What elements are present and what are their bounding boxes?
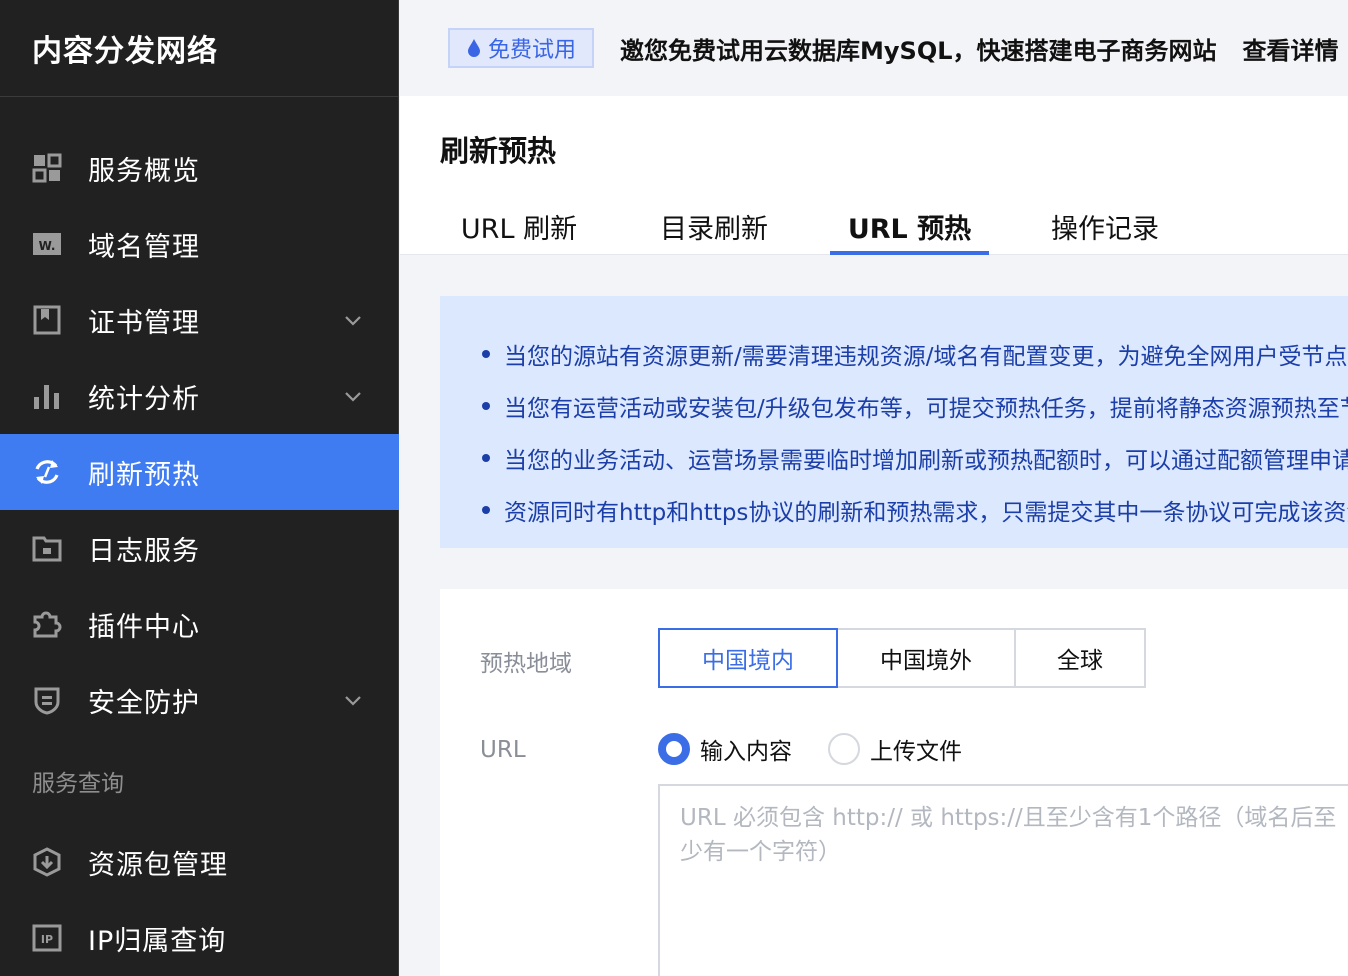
region-option-global[interactable]: 全球 — [1014, 628, 1146, 688]
promo-details-link[interactable]: 查看详情 — [1243, 31, 1339, 66]
ip-icon: IP — [32, 923, 62, 953]
free-trial-badge[interactable]: 免费试用 — [448, 28, 595, 68]
sidebar-nav: 服务概览 W. 域名管理 证书管理 统计分析 刷新预热 日志服务 插件中心 安全… — [0, 130, 399, 976]
sidebar-item-label: 服务概览 — [88, 155, 200, 187]
shield-icon — [32, 685, 62, 715]
dashboard-icon — [32, 153, 62, 183]
sidebar-item-label: IP归属查询 — [88, 925, 227, 957]
info-item-text: 当您的源站有资源更新/需要清理违规资源/域名有配置变更，为避免全网用户受节点缓存… — [504, 344, 1348, 370]
svg-text:W.: W. — [39, 239, 56, 253]
radio-circle[interactable] — [658, 733, 690, 765]
sidebar-item-label: 证书管理 — [88, 307, 200, 339]
package-icon — [32, 847, 62, 877]
sidebar: 内容分发网络 服务概览 W. 域名管理 证书管理 统计分析 刷新预热 日志服务 … — [0, 0, 399, 976]
sidebar-item-label: 插件中心 — [88, 611, 200, 643]
info-notice: 当您的源站有资源更新/需要清理违规资源/域名有配置变更，为避免全网用户受节点缓存… — [440, 296, 1348, 548]
app-title: 内容分发网络 — [32, 34, 218, 69]
bullet-dot — [482, 350, 490, 358]
bullet-dot — [482, 402, 490, 410]
radio-label: 输入内容 — [700, 739, 792, 765]
tab-operation-log[interactable]: 操作记录 — [989, 198, 1221, 255]
region-selector: 中国境内 中国境外 全球 — [658, 628, 1146, 688]
chevron-down-icon[interactable] — [343, 386, 363, 406]
info-item: 当您的源站有资源更新/需要清理违规资源/域名有配置变更，为避免全网用户受节点缓存… — [482, 328, 1348, 380]
sidebar-item-packages[interactable]: 资源包管理 — [0, 824, 399, 900]
radio-label: 上传文件 — [870, 739, 962, 765]
domain-icon: W. — [32, 229, 62, 259]
region-option-mainland[interactable]: 中国境内 — [658, 628, 838, 688]
svg-text:IP: IP — [41, 933, 53, 946]
page-title: 刷新预热 — [440, 134, 557, 168]
tab-bar: URL 刷新 目录刷新 URL 预热 操作记录 — [440, 198, 1221, 255]
sidebar-item-overview[interactable]: 服务概览 — [0, 130, 399, 206]
tab-url-preheat[interactable]: URL 预热 — [830, 198, 989, 255]
chevron-down-icon[interactable] — [343, 310, 363, 330]
tab-directory-refresh[interactable]: 目录刷新 — [598, 198, 830, 255]
sidebar-item-label: 统计分析 — [88, 383, 200, 415]
main-content: 免费试用 邀您免费试用云数据库MySQL，快速搭建电子商务网站 查看详情 刷新预… — [400, 0, 1348, 976]
sidebar-item-domain[interactable]: W. 域名管理 — [0, 206, 399, 282]
region-option-overseas[interactable]: 中国境外 — [836, 628, 1016, 688]
bullet-dot — [482, 454, 490, 462]
folder-icon — [32, 533, 62, 563]
sidebar-item-security[interactable]: 安全防护 — [0, 662, 399, 738]
info-item: 当您有运营活动或安装包/升级包发布等，可提交预热任务，提前将静态资源预热至节点 — [482, 380, 1348, 432]
free-trial-badge-label: 免费试用 — [488, 38, 577, 63]
region-label: 预热地域 — [480, 651, 572, 677]
radio-upload-file[interactable]: 上传文件 — [828, 732, 962, 766]
bullet-dot — [482, 506, 490, 514]
url-label: URL — [480, 737, 526, 763]
droplet-icon — [468, 39, 480, 57]
info-item: 当您的业务活动、运营场景需要临时增加刷新或预热配额时，可以通过配额管理申请 — [482, 432, 1348, 484]
nav-group-label: 服务查询 — [32, 771, 124, 797]
promo-banner: 免费试用 邀您免费试用云数据库MySQL，快速搭建电子商务网站 查看详情 — [400, 0, 1348, 96]
sidebar-item-certificate[interactable]: 证书管理 — [0, 282, 399, 358]
sidebar-item-refresh-preheat[interactable]: 刷新预热 — [0, 434, 399, 510]
bar-chart-icon — [32, 381, 62, 411]
input-mode-group: 输入内容 上传文件 — [658, 732, 998, 766]
sidebar-item-plugins[interactable]: 插件中心 — [0, 586, 399, 662]
sidebar-item-label: 域名管理 — [88, 231, 200, 263]
info-item-text: 资源同时有http和https协议的刷新和预热需求，只需提交其中一条协议可完成该… — [504, 500, 1348, 526]
sidebar-item-label: 日志服务 — [88, 535, 200, 567]
radio-input-content[interactable]: 输入内容 — [658, 732, 792, 766]
chevron-down-icon[interactable] — [343, 690, 363, 710]
refresh-icon — [32, 457, 62, 487]
page-header: 刷新预热 URL 刷新 目录刷新 URL 预热 操作记录 — [400, 96, 1348, 255]
info-item-text: 当您有运营活动或安装包/升级包发布等，可提交预热任务，提前将静态资源预热至节点 — [504, 396, 1348, 422]
promo-text[interactable]: 邀您免费试用云数据库MySQL，快速搭建电子商务网站 — [620, 31, 1217, 66]
sidebar-header: 内容分发网络 — [0, 0, 398, 97]
sidebar-item-label: 资源包管理 — [88, 849, 228, 881]
url-input[interactable] — [658, 784, 1348, 976]
info-item-text: 当您的业务活动、运营场景需要临时增加刷新或预热配额时，可以通过配额管理申请 — [504, 448, 1348, 474]
tab-url-refresh[interactable]: URL 刷新 — [440, 198, 598, 255]
radio-circle[interactable] — [828, 733, 860, 765]
certificate-icon — [32, 305, 62, 335]
sidebar-item-logs[interactable]: 日志服务 — [0, 510, 399, 586]
sidebar-item-label: 刷新预热 — [88, 459, 200, 491]
info-item: 资源同时有http和https协议的刷新和预热需求，只需提交其中一条协议可完成该… — [482, 484, 1348, 536]
puzzle-icon — [32, 609, 62, 639]
sidebar-item-label: 安全防护 — [88, 687, 200, 719]
preheat-form: 预热地域 中国境内 中国境外 全球 URL 输入内容 上传文件 — [440, 589, 1348, 976]
sidebar-item-ip-lookup[interactable]: IP IP归属查询 — [0, 900, 399, 976]
sidebar-item-statistics[interactable]: 统计分析 — [0, 358, 399, 434]
